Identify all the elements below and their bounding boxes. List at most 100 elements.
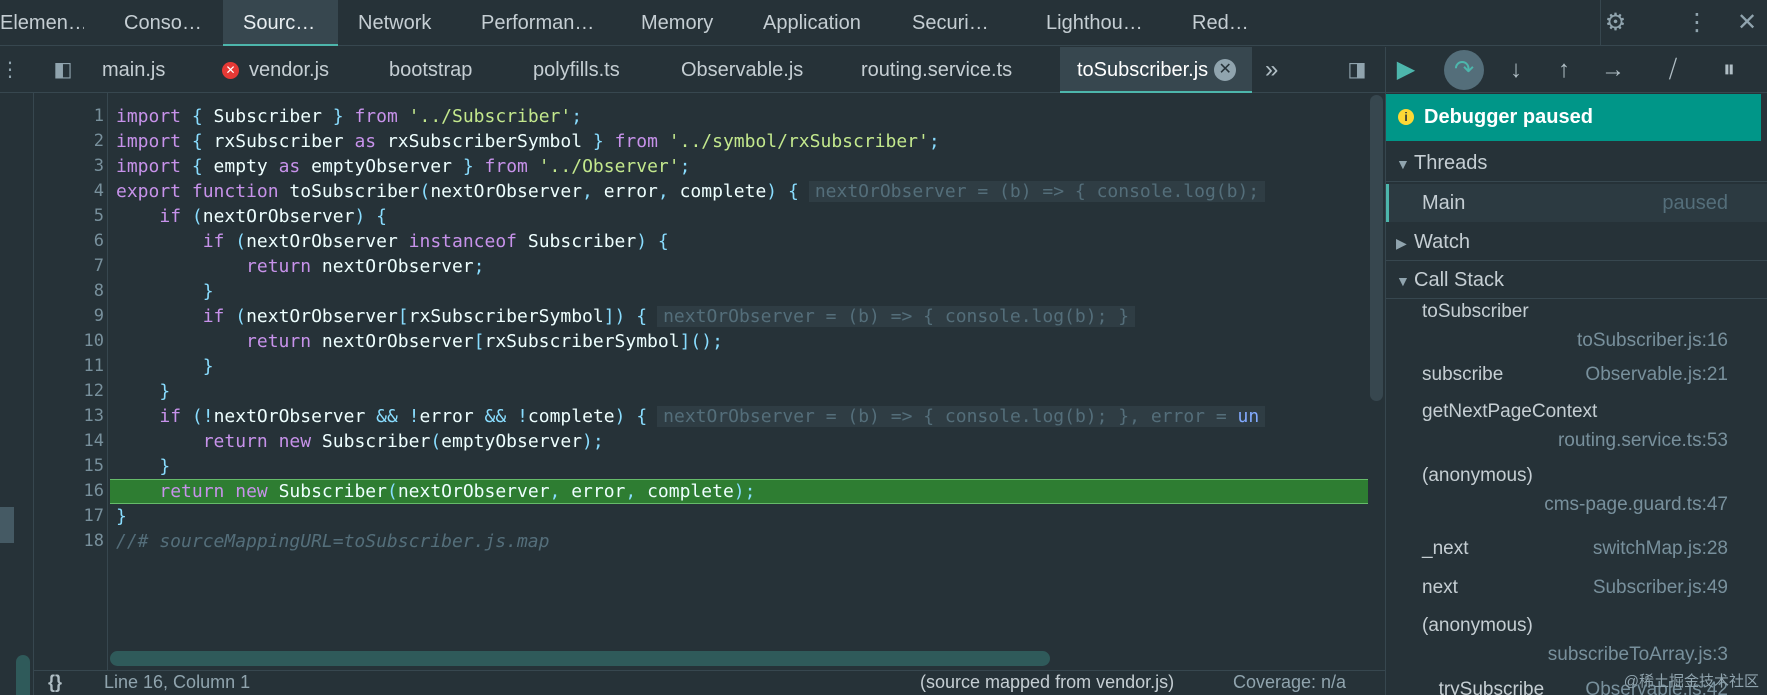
frame-location: Subscriber.js:49 [1592,577,1728,598]
chevron-double-right-icon[interactable]: » [1265,47,1278,93]
frame-function: next [1422,577,1458,598]
caret-down-icon: ▼ [1396,156,1410,172]
tab-lighthouse[interactable]: Lighthou… [1046,0,1156,46]
step-icon[interactable]: → [1593,47,1633,93]
call-frame[interactable]: _next switchMap.js:28 [1386,538,1767,568]
horizontal-scrollbar[interactable] [110,651,1050,666]
debugger-sidebar: ▶︎ ↷ ↓ ↑ → ⧸ ⏸ i Debugger paused ▼ Threads… [1385,47,1767,695]
line-number[interactable]: 1 [34,104,104,129]
file-tab-bar: ⋮ ◧ main.js ✕ vendor.js bootstrap polyfil… [0,47,1385,93]
line-number[interactable]: 16 [34,479,104,504]
tab-network[interactable]: Network [358,0,458,46]
file-tab-bootstrap[interactable]: bootstrap [389,47,472,93]
line-number[interactable]: 5 [34,204,104,229]
tab-sources[interactable]: Sourc… [223,0,338,46]
code-line: } [202,281,214,302]
close-tab-icon[interactable]: ✕ [1214,59,1237,81]
gear-icon[interactable]: ⚙ [1600,0,1630,46]
line-number[interactable]: 11 [34,354,104,379]
tab-security[interactable]: Securi… [912,0,1002,46]
line-number[interactable]: 17 [34,504,104,529]
code-line: if (nextOrObserver instanceof Subscriber… [202,231,669,252]
watermark: @稀土掘金技术社区 [1623,673,1759,690]
code-line: import { rxSubscriber as rxSubscriberSym… [116,131,940,152]
file-tab-observable-js[interactable]: Observable.js [681,47,803,93]
close-icon[interactable]: ✕ [1732,0,1762,46]
line-number[interactable]: 15 [34,454,104,479]
call-frame[interactable]: (anonymous) subscribeToArray.js:3 [1386,615,1767,673]
code-line: if (!nextOrObserver && !error && !comple… [116,404,1266,429]
line-number[interactable]: 4 [34,179,104,204]
tab-application[interactable]: Application [763,0,883,46]
step-out-icon[interactable]: ↑ [1544,47,1584,93]
toggle-navigator-icon[interactable]: ◧ [48,47,78,93]
step-over-icon[interactable]: ↷ [1444,47,1484,93]
threads-section-header[interactable]: ▼ Threads [1386,144,1767,182]
line-number[interactable]: 12 [34,379,104,404]
code-line: return nextOrObserver; [246,256,485,277]
code-line: //# sourceMappingURL=toSubscriber.js.map [116,531,550,552]
tab-console[interactable]: Conso… [110,0,200,46]
call-frame[interactable]: subscribe Observable.js:21 [1386,364,1767,394]
call-frame[interactable]: (anonymous) cms-page.guard.ts:47 [1386,465,1767,523]
frame-function: (anonymous) [1422,615,1533,636]
line-number[interactable]: 6 [34,229,104,254]
tab-memory[interactable]: Memory [641,0,731,46]
watch-section-header[interactable]: ▶ Watch [1386,223,1767,261]
file-tab-label: vendor.js [249,59,330,81]
frame-function: toSubscriber [1422,301,1529,322]
deactivate-breakpoints-icon[interactable]: ⧸ [1653,47,1693,93]
section-label: Call Stack [1414,269,1505,291]
frame-function: (anonymous) [1422,465,1533,486]
debugger-toolbar: ▶︎ ↷ ↓ ↑ → ⧸ ⏸ [1386,47,1767,93]
frame-location: routing.service.ts:53 [1557,430,1728,451]
call-frame[interactable]: next Subscriber.js:49 [1386,577,1767,607]
line-number[interactable]: 9 [34,304,104,329]
frame-function: subscribe [1422,364,1504,385]
code-line-current: return new Subscriber(nextOrObserver, er… [159,481,756,502]
thread-item-main[interactable]: Main paused [1386,184,1767,222]
toggle-debugger-icon[interactable]: ◨ [1340,47,1374,93]
frame-location: toSubscriber.js:16 [1576,330,1728,351]
step-into-icon[interactable]: ↓ [1496,47,1536,93]
tab-elements[interactable]: Elemen… [0,0,84,46]
editor-status-bar: {} Line 16, Column 1 (source mapped from… [34,670,1385,695]
file-tab-routing-service-ts[interactable]: routing.service.ts [861,47,1012,93]
inline-value-text: nextOrObserver = (b) => { console.log(b)… [663,406,1238,427]
source-mapped-link[interactable]: (source mapped from vendor.js) [920,672,1174,693]
pretty-print-button[interactable]: {} [48,672,62,693]
section-label: Watch [1414,231,1470,253]
pause-on-exceptions-icon[interactable]: ⏸ [1709,47,1749,93]
line-number[interactable]: 14 [34,429,104,454]
file-tab-polyfills-ts[interactable]: polyfills.ts [533,47,620,93]
inline-value-text: un [1237,406,1260,427]
code-line: return new Subscriber(emptyObserver); [202,431,604,452]
line-number[interactable]: 8 [34,279,104,304]
line-number[interactable]: 10 [34,329,104,354]
vertical-scrollbar[interactable] [1368,93,1385,670]
file-tab-label: Observable.js [681,59,804,81]
file-tab-main-js[interactable]: main.js [102,47,165,93]
line-number[interactable]: 7 [34,254,104,279]
line-number[interactable]: 3 [34,154,104,179]
line-number[interactable]: 18 [34,529,104,554]
call-frame[interactable]: getNextPageContext routing.service.ts:53 [1386,401,1767,459]
file-tab-label: toSubscriber.js [1077,59,1209,81]
more-vertical-icon[interactable]: ⋮ [0,47,20,93]
line-number[interactable]: 2 [34,129,104,154]
scrollbar-thumb[interactable] [1370,95,1383,401]
call-stack-section-header[interactable]: ▼ Call Stack [1386,261,1767,299]
navigator-collapsed-strip [0,93,34,695]
tab-performance[interactable]: Performan… [481,0,606,46]
code-editor[interactable]: 1 2 3 4 5 6 7 8 9 10 11 12 13 14 15 16 1… [34,93,1385,670]
more-vertical-icon[interactable]: ⋮ [1682,0,1712,46]
resume-icon[interactable]: ▶︎ [1386,47,1426,93]
file-tab-tosubscriber-js[interactable]: toSubscriber.js ✕ [1060,47,1252,93]
line-number[interactable]: 13 [34,404,104,429]
tab-redux[interactable]: Red… [1192,0,1252,46]
navigator-scrollbar[interactable] [16,655,30,695]
call-frame[interactable]: toSubscriber toSubscriber.js:16 [1386,301,1767,359]
file-tab-vendor-js[interactable]: ✕ vendor.js [222,47,329,93]
paused-label: Debugger paused [1424,106,1593,128]
code-line: if (nextOrObserver) { [159,206,387,227]
